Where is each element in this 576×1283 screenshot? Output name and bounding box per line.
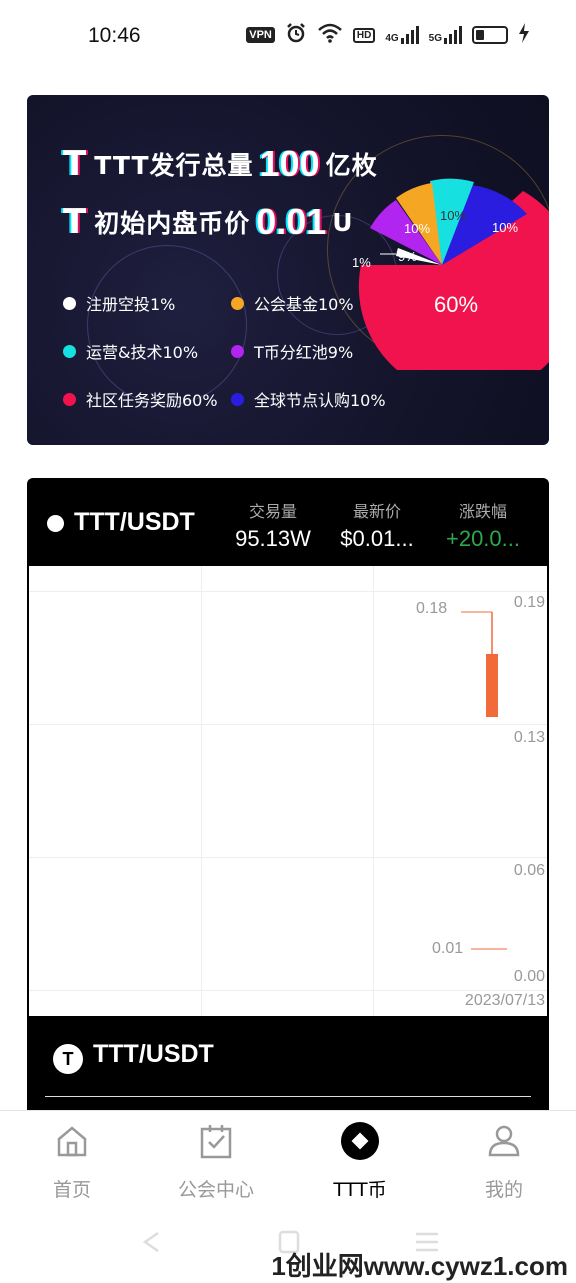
- legend-item: 运营&技术10%: [63, 339, 198, 363]
- signal-4g-label: 4G: [385, 33, 399, 44]
- candles-layer: [461, 611, 507, 950]
- legend-item: 全球节点认购10%: [231, 387, 386, 411]
- price-label: 最新价: [352, 502, 401, 521]
- initial-price-unit: U: [332, 207, 354, 237]
- initial-price-text: 初始内盘币价: [94, 209, 251, 238]
- legend-item: T币分红池9%: [231, 339, 353, 363]
- pair-name: TTT/USDT: [74, 508, 195, 536]
- tokenomics-banner: T TTT发行总量 100 亿枚 T 初始内盘币价 0.01 U 注册空投1% …: [27, 95, 549, 445]
- legend-dot: [231, 392, 244, 406]
- legend-dot: [63, 392, 76, 406]
- ttt-coin-icon: T: [53, 1044, 83, 1074]
- market-header[interactable]: TTT/USDT 交易量 95.13W 最新价 $0.01... 涨跌幅 +20…: [27, 478, 549, 566]
- decorative-circle: [87, 245, 247, 405]
- tab-mine[interactable]: 我的: [432, 1111, 576, 1221]
- pie-label-fund: 10%: [404, 221, 430, 236]
- initial-price-line: T 初始内盘币价 0.01 U: [63, 201, 354, 243]
- ttt-logo-icon: T: [63, 144, 87, 184]
- user-icon: [484, 1121, 524, 1161]
- legend-label: 全球节点认购10%: [254, 391, 386, 410]
- volume-value: 95.13W: [235, 526, 311, 551]
- tab-label: 首页: [52, 1179, 91, 1201]
- legend-item: 社区任务奖励60%: [63, 387, 218, 411]
- volume-label: 交易量: [248, 502, 297, 521]
- watermark-text: 1创业网www.cywz1.com: [271, 1251, 568, 1281]
- candle-body: [486, 654, 498, 717]
- legend-dot: [63, 296, 76, 310]
- charging-icon: [518, 23, 530, 47]
- pair-dot-icon: [47, 515, 64, 532]
- price-value: $0.01...: [340, 526, 414, 551]
- market-card[interactable]: TTT/USDT 交易量 95.13W 最新价 $0.01... 涨跌幅 +20…: [27, 478, 549, 1118]
- market-footer[interactable]: T TTT/USDT: [27, 1016, 549, 1118]
- divider: [45, 1096, 531, 1097]
- tab-label: 我的: [484, 1179, 523, 1201]
- checklist-icon: [196, 1121, 236, 1161]
- candlestick-chart[interactable]: 0.19 0.13 0.06 0.00 0.18 0.01 2023/07/13: [29, 566, 547, 1016]
- change-stat: 涨跌幅 +20.0...: [435, 498, 531, 552]
- legend-item: 公会基金10%: [231, 291, 354, 315]
- volume-stat: 交易量 95.13W: [227, 498, 319, 552]
- home-icon: [52, 1121, 92, 1161]
- legend-label: 注册空投1%: [86, 295, 176, 314]
- legend-item: 注册空投1%: [63, 291, 175, 315]
- legend-dot: [63, 344, 76, 358]
- total-supply-number: 100: [259, 143, 320, 184]
- tab-label: 公会中心: [177, 1179, 254, 1201]
- signal-5g-label: 5G: [428, 33, 442, 44]
- pie-label-airdrop: 1%: [352, 255, 371, 270]
- legend-dot: [231, 296, 244, 310]
- back-icon: [142, 1231, 159, 1253]
- alarm-icon: [285, 22, 307, 48]
- bottom-tab-bar: 首页 公会中心 TTT币 我的: [0, 1110, 576, 1220]
- total-supply-text: TTT发行总量: [94, 151, 254, 180]
- status-icons: VPN HD 4G 5G: [246, 22, 530, 48]
- status-bar: 10:46 VPN HD 4G 5G: [0, 0, 576, 72]
- initial-price-number: 0.01: [256, 201, 327, 242]
- ttt-logo-icon: T: [63, 202, 87, 242]
- tab-guild-center[interactable]: 公会中心: [144, 1111, 288, 1221]
- status-time: 10:46: [88, 24, 141, 47]
- vpn-icon: VPN: [246, 27, 275, 43]
- signal-5g-icon: 5G: [429, 26, 462, 44]
- legend-label: 公会基金10%: [254, 295, 354, 314]
- pie-label-node: 10%: [492, 220, 518, 235]
- legend-label: 运营&技术10%: [86, 343, 199, 362]
- pie-label-community: 60%: [434, 292, 478, 317]
- hd-icon: HD: [352, 27, 376, 43]
- coin-icon: [340, 1121, 380, 1161]
- tab-label: TTT币: [333, 1179, 387, 1201]
- signal-4g-icon: 4G: [385, 26, 419, 44]
- change-label: 涨跌幅: [458, 502, 507, 521]
- tab-home[interactable]: 首页: [0, 1111, 144, 1221]
- legend-dot: [231, 344, 244, 358]
- total-supply-line: T TTT发行总量 100 亿枚: [63, 143, 378, 185]
- legend-label: 社区任务奖励60%: [86, 391, 218, 410]
- pie-label-ops: 10%: [440, 208, 466, 223]
- battery-icon: [472, 26, 508, 44]
- tab-ttt-coin[interactable]: TTT币: [288, 1111, 432, 1221]
- price-stat: 最新价 $0.01...: [329, 498, 425, 552]
- wifi-icon: [317, 23, 343, 47]
- legend-label: T币分红池9%: [254, 343, 354, 362]
- allocation-pie-chart: 60% 10% 10% 10% 9% 1%: [352, 170, 549, 397]
- pie-label-pool: 9%: [398, 249, 417, 264]
- change-value: +20.0...: [445, 526, 520, 551]
- footer-pair-name: TTT/USDT: [93, 1040, 214, 1068]
